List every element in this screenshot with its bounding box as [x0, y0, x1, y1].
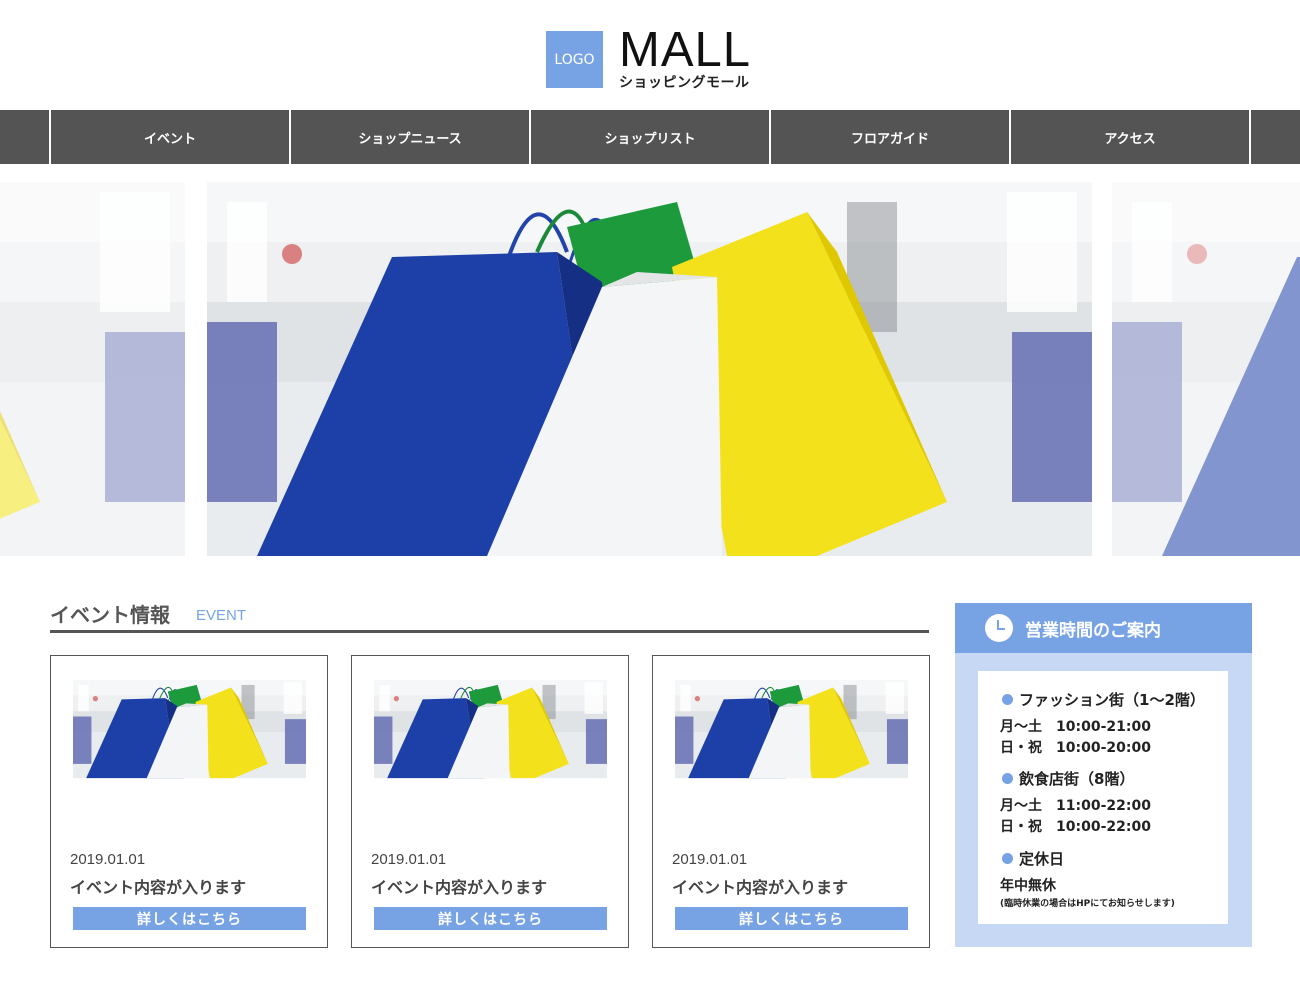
- events-subtitle: EVENT: [196, 607, 247, 624]
- shopping-bags-image: [73, 680, 306, 779]
- slide-prev[interactable]: [0, 182, 187, 556]
- holiday-note: (臨時休業の場合はHPにてお知らせします): [1000, 899, 1175, 909]
- slide-current[interactable]: [207, 182, 1092, 556]
- hours-days: 日・祝: [1000, 819, 1042, 835]
- hours-section-label: ファッション街（1〜2階）: [1019, 691, 1205, 709]
- event-date: 2019.01.01: [371, 851, 447, 868]
- bullet-icon: [1002, 773, 1013, 784]
- hours-days: 月〜土: [1000, 719, 1042, 735]
- holiday-value: 年中無休: [1000, 878, 1056, 894]
- event-date: 2019.01.01: [70, 851, 146, 868]
- event-card: 2019.01.01 イベント内容が入ります 詳しくはこちら: [351, 655, 629, 948]
- shopping-bags-image: [675, 680, 908, 779]
- event-date: 2019.01.01: [672, 851, 748, 868]
- brand-title: MALL: [619, 23, 752, 77]
- hours-section-title: ファッション街（1〜2階）: [1002, 689, 1205, 710]
- business-hours-body: ファッション街（1〜2階） 月〜土 10:00-21:00 日・祝 10:00-20…: [978, 671, 1228, 924]
- business-hours-title: 営業時間のご案内: [1025, 620, 1161, 641]
- event-thumbnail[interactable]: [374, 680, 607, 832]
- shopping-bags-image: [0, 182, 187, 556]
- nav-item-label: イベント: [143, 131, 196, 147]
- business-hours-panel: 営業時間のご案内 ファッション街（1〜2階） 月〜土 10:00-21:00 日・…: [955, 603, 1252, 947]
- nav-divider: [1249, 110, 1251, 164]
- event-detail-button[interactable]: 詳しくはこちら: [675, 907, 908, 930]
- hours-time: 10:00-20:00: [1056, 740, 1151, 756]
- event-card: 2019.01.01 イベント内容が入ります 詳しくはこちら: [50, 655, 328, 948]
- hero-slider[interactable]: [0, 182, 1300, 556]
- shopping-bags-image: [374, 680, 607, 779]
- hours-row: 日・祝 10:00-22:00: [1000, 816, 1151, 836]
- event-detail-button[interactable]: 詳しくはこちら: [374, 907, 607, 930]
- hours-time: 10:00-22:00: [1056, 819, 1151, 835]
- hours-section-title: 飲食店街（8階）: [1002, 768, 1134, 789]
- event-detail-button[interactable]: 詳しくはこちら: [73, 907, 306, 930]
- site-header: LOGO MALL ショッピングモール: [0, 0, 1300, 110]
- hours-time: 10:00-21:00: [1056, 719, 1151, 735]
- event-text: イベント内容が入ります: [371, 878, 548, 897]
- brand-subtitle: ショッピングモール: [619, 75, 750, 91]
- business-hours-header: 営業時間のご案内: [955, 603, 1252, 653]
- event-card: 2019.01.01 イベント内容が入ります 詳しくはこちら: [652, 655, 930, 948]
- logo[interactable]: LOGO: [546, 31, 603, 88]
- nav-item-event[interactable]: イベント: [49, 110, 289, 164]
- nav-item-label: ショップリスト: [604, 131, 696, 147]
- nav-item-label: アクセス: [1104, 131, 1156, 147]
- events-title: イベント情報: [50, 603, 170, 627]
- nav-item-shop-list[interactable]: ショップリスト: [529, 110, 769, 164]
- nav-item-access[interactable]: アクセス: [1009, 110, 1249, 164]
- hours-section-label: 飲食店街（8階）: [1019, 770, 1135, 788]
- slide-next[interactable]: [1112, 182, 1300, 556]
- hours-row: 月〜土 11:00-22:00: [1000, 795, 1151, 815]
- event-thumbnail[interactable]: [73, 680, 306, 832]
- shopping-bags-image: [207, 182, 1092, 556]
- event-text: イベント内容が入ります: [672, 878, 849, 897]
- event-thumbnail[interactable]: [675, 680, 908, 832]
- hours-row: 月〜土 10:00-21:00: [1000, 716, 1151, 736]
- hours-days: 日・祝: [1000, 740, 1042, 756]
- bullet-icon: [1002, 853, 1013, 864]
- nav-item-floor-guide[interactable]: フロアガイド: [769, 110, 1009, 164]
- clock-icon: [985, 614, 1013, 642]
- brand[interactable]: MALL ショッピングモール: [619, 25, 751, 92]
- holiday-label: 定休日: [1019, 850, 1065, 868]
- global-nav: イベント ショップニュース ショップリスト フロアガイド アクセス: [0, 110, 1300, 164]
- nav-item-label: ショップニュース: [358, 131, 462, 147]
- bullet-icon: [1002, 694, 1013, 705]
- hours-time: 11:00-22:00: [1056, 798, 1151, 814]
- nav-item-shop-news[interactable]: ショップニュース: [289, 110, 529, 164]
- hours-row: 日・祝 10:00-20:00: [1000, 737, 1151, 757]
- event-text: イベント内容が入ります: [70, 878, 247, 897]
- hours-section-title: 定休日: [1002, 848, 1064, 869]
- nav-item-label: フロアガイド: [850, 131, 929, 147]
- events-heading: イベント情報 EVENT: [50, 597, 929, 633]
- hours-days: 月〜土: [1000, 798, 1042, 814]
- shopping-bags-image: [1112, 182, 1300, 556]
